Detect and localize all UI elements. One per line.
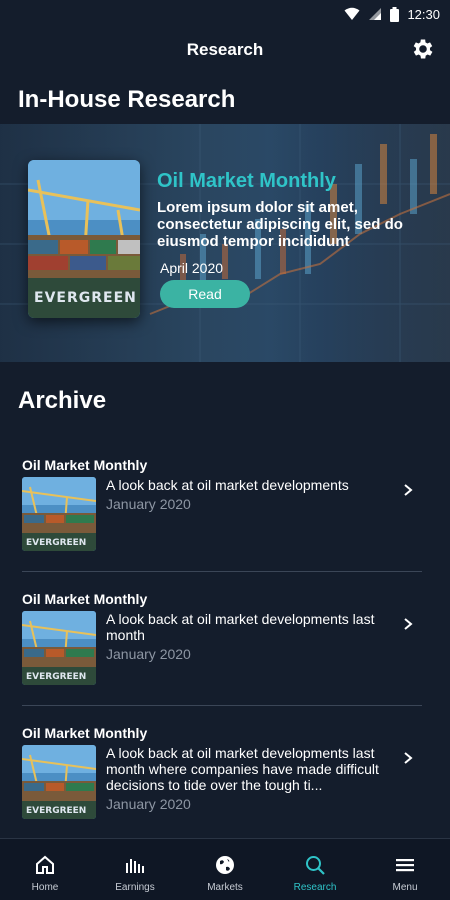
page-title: Research <box>186 40 264 59</box>
bar-chart-icon <box>126 859 144 873</box>
nav-label: Markets <box>207 882 243 893</box>
nav-label: Menu <box>392 882 418 893</box>
archive-list-item[interactable]: Oil Market Monthly EVERGREEN A look back… <box>22 725 422 819</box>
section-heading-archive: Archive <box>18 387 107 414</box>
nav-item-home[interactable]: Home <box>0 839 90 900</box>
thumb-logo-text: EVERGREEN <box>26 806 86 816</box>
cover-logo-text: EVERGREEN <box>34 290 137 306</box>
archive-item-thumbnail: EVERGREEN <box>22 745 96 819</box>
globe-icon <box>216 856 234 874</box>
archive-item-description: A look back at oil market developments l… <box>106 611 375 643</box>
chevron-right-icon[interactable] <box>402 483 414 497</box>
divider <box>22 571 422 572</box>
read-button[interactable]: Read <box>160 280 250 308</box>
archive-item-date: January 2020 <box>106 496 191 512</box>
bottom-navigation: Home Earnings Markets Research Menu <box>0 838 450 900</box>
thumb-logo-text: EVERGREEN <box>26 672 86 682</box>
app-bar: Research <box>0 28 450 72</box>
nav-item-menu[interactable]: Menu <box>360 839 450 900</box>
archive-list-item[interactable]: Oil Market Monthly EVERGREEN A look back… <box>22 457 422 551</box>
nav-item-markets[interactable]: Markets <box>180 839 270 900</box>
archive-item-thumbnail: EVERGREEN <box>22 611 96 685</box>
nav-item-research[interactable]: Research <box>270 839 360 900</box>
wifi-icon <box>344 7 360 20</box>
nav-label: Earnings <box>115 882 155 893</box>
archive-item-title: Oil Market Monthly <box>22 591 148 607</box>
status-bar: 12:30 <box>0 0 450 28</box>
home-icon <box>36 855 54 874</box>
archive-item-description: A look back at oil market developments l… <box>106 745 379 793</box>
divider <box>22 705 422 706</box>
gear-icon[interactable] <box>410 36 436 62</box>
nav-label: Research <box>293 882 337 893</box>
nav-item-earnings[interactable]: Earnings <box>90 839 180 900</box>
featured-research-banner[interactable]: EVERGREEN Oil Market Monthly Lorem ipsum… <box>0 124 450 362</box>
archive-item-title: Oil Market Monthly <box>22 725 148 741</box>
featured-description: Lorem ipsum dolor sit amet, consectetur … <box>157 199 403 250</box>
archive-item-description: A look back at oil market developments <box>106 477 349 493</box>
container-port-image: EVERGREEN <box>28 160 140 318</box>
thumb-logo-text: EVERGREEN <box>26 538 86 548</box>
featured-text-block: Oil Market Monthly Lorem ipsum dolor sit… <box>157 170 437 308</box>
chevron-right-icon[interactable] <box>402 617 414 631</box>
archive-list-item[interactable]: Oil Market Monthly EVERGREEN A look back… <box>22 591 422 685</box>
search-icon <box>306 856 325 875</box>
status-time: 12:30 <box>407 6 440 22</box>
battery-icon <box>390 6 400 22</box>
featured-date: April 2020 <box>160 260 224 276</box>
archive-item-title: Oil Market Monthly <box>22 457 148 473</box>
archive-item-date: January 2020 <box>106 796 191 812</box>
featured-title: Oil Market Monthly <box>157 170 336 192</box>
section-heading-inhouse: In-House Research <box>18 86 236 113</box>
signal-icon <box>369 8 382 20</box>
archive-item-date: January 2020 <box>106 646 191 662</box>
chevron-right-icon[interactable] <box>402 751 414 765</box>
featured-cover-image[interactable]: EVERGREEN <box>28 160 140 318</box>
archive-item-thumbnail: EVERGREEN <box>22 477 96 551</box>
hamburger-menu-icon <box>396 859 414 872</box>
nav-label: Home <box>31 882 59 893</box>
